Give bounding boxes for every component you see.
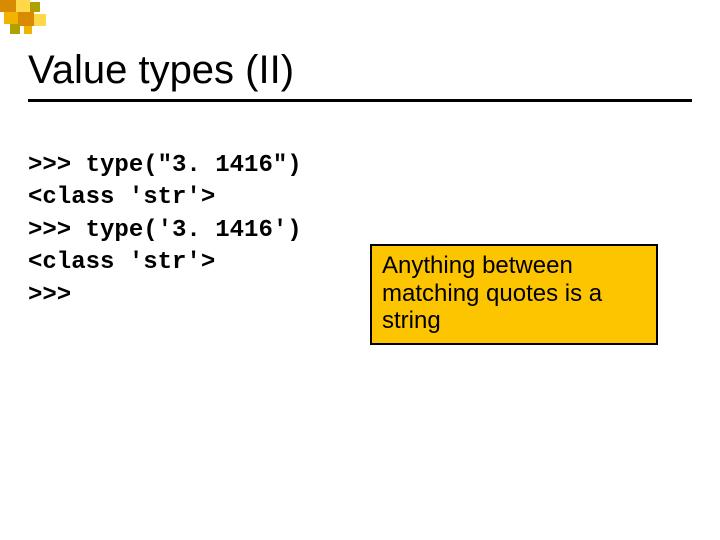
code-line: >>> type("3. 1416") xyxy=(28,152,302,179)
code-line: >>> type('3. 1416') xyxy=(28,217,302,244)
callout-box: Anything between matching quotes is a st… xyxy=(370,244,658,345)
title-area: Value types (II) xyxy=(28,48,692,102)
callout-text: Anything between matching quotes is a st… xyxy=(382,252,602,334)
code-line: >>> xyxy=(28,282,71,309)
slide: Value types (II) >>> type("3. 1416") <cl… xyxy=(0,0,720,540)
code-block: >>> type("3. 1416") <class 'str'> >>> ty… xyxy=(28,150,302,312)
slide-title: Value types (II) xyxy=(28,48,692,99)
code-line: <class 'str'> xyxy=(28,184,215,211)
title-underline xyxy=(28,99,692,102)
corner-decoration xyxy=(0,0,80,36)
code-line: <class 'str'> xyxy=(28,249,215,276)
